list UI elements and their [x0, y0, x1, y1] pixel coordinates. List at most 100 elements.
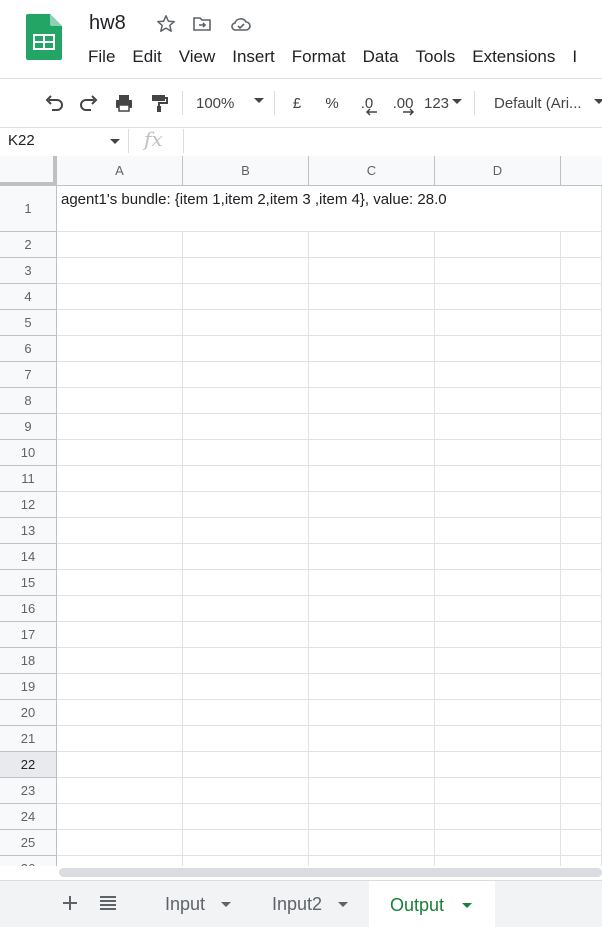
grid-cell[interactable]: [309, 830, 435, 856]
grid-cell[interactable]: [183, 830, 309, 856]
grid-cell[interactable]: [561, 186, 602, 232]
column-header-a[interactable]: A: [57, 156, 183, 186]
row-header[interactable]: 7: [0, 362, 57, 388]
grid-cell[interactable]: [57, 804, 183, 830]
row-header[interactable]: 5: [0, 310, 57, 336]
grid-cell[interactable]: [183, 362, 309, 388]
grid-cell[interactable]: [183, 856, 309, 866]
row-header[interactable]: 1: [0, 186, 57, 232]
menu-format[interactable]: Format: [292, 47, 346, 67]
grid-cell[interactable]: [309, 570, 435, 596]
grid-cell[interactable]: [309, 622, 435, 648]
grid-cell[interactable]: [309, 492, 435, 518]
menu-edit[interactable]: Edit: [132, 47, 161, 67]
chevron-down-icon[interactable]: [110, 139, 120, 144]
column-header-d[interactable]: D: [435, 156, 561, 186]
grid-cell[interactable]: [435, 186, 561, 232]
chevron-down-icon[interactable]: [462, 903, 472, 908]
star-icon[interactable]: [156, 14, 176, 34]
grid-cell[interactable]: [183, 258, 309, 284]
grid-cell[interactable]: [57, 674, 183, 700]
grid-cell[interactable]: [561, 258, 602, 284]
grid-cell[interactable]: [561, 544, 602, 570]
menu-help[interactable]: I: [572, 47, 577, 67]
row-header[interactable]: 23: [0, 778, 57, 804]
grid-cell[interactable]: [435, 674, 561, 700]
grid-cell[interactable]: [309, 596, 435, 622]
increase-decimal-button[interactable]: .00: [390, 91, 416, 116]
grid-cell[interactable]: [561, 284, 602, 310]
grid-cell[interactable]: [57, 700, 183, 726]
row-header[interactable]: 20: [0, 700, 57, 726]
row-header[interactable]: 9: [0, 414, 57, 440]
grid-cell[interactable]: [309, 726, 435, 752]
document-title[interactable]: hw8: [89, 12, 126, 35]
grid-cell[interactable]: [183, 388, 309, 414]
grid-cell[interactable]: [435, 492, 561, 518]
menu-view[interactable]: View: [179, 47, 216, 67]
grid-cell[interactable]: [309, 258, 435, 284]
all-sheets-icon[interactable]: [98, 891, 118, 915]
grid-cell[interactable]: [435, 570, 561, 596]
grid-cell[interactable]: [561, 440, 602, 466]
grid-cell[interactable]: [57, 648, 183, 674]
horizontal-scrollbar[interactable]: [59, 866, 602, 879]
row-header[interactable]: 13: [0, 518, 57, 544]
grid-cell[interactable]: [309, 804, 435, 830]
grid-cell[interactable]: [561, 570, 602, 596]
redo-icon[interactable]: [77, 91, 101, 115]
grid-cell[interactable]: [57, 414, 183, 440]
currency-format-button[interactable]: £: [287, 91, 307, 115]
grid-cell[interactable]: [183, 232, 309, 258]
grid-cell[interactable]: [561, 752, 602, 778]
grid-cell[interactable]: [561, 492, 602, 518]
row-header[interactable]: 8: [0, 388, 57, 414]
menu-data[interactable]: Data: [363, 47, 399, 67]
grid-cell[interactable]: [435, 466, 561, 492]
grid-cell[interactable]: [309, 336, 435, 362]
grid-cell[interactable]: [309, 752, 435, 778]
grid-cell[interactable]: [309, 232, 435, 258]
row-header[interactable]: 18: [0, 648, 57, 674]
sheet-tab-output[interactable]: Output: [369, 881, 495, 927]
grid-cell[interactable]: [435, 856, 561, 866]
grid-cell[interactable]: [183, 804, 309, 830]
decrease-decimal-button[interactable]: .0: [354, 91, 380, 116]
row-header[interactable]: 17: [0, 622, 57, 648]
grid-cell[interactable]: [561, 310, 602, 336]
grid-cell[interactable]: [561, 388, 602, 414]
grid-cell[interactable]: [561, 830, 602, 856]
row-header[interactable]: 12: [0, 492, 57, 518]
row-header[interactable]: 4: [0, 284, 57, 310]
paint-format-icon[interactable]: [147, 91, 171, 115]
grid-cell[interactable]: [183, 778, 309, 804]
grid-cell[interactable]: [183, 622, 309, 648]
grid-cell[interactable]: [309, 544, 435, 570]
row-header[interactable]: 21: [0, 726, 57, 752]
grid-cell[interactable]: [57, 362, 183, 388]
grid-cell[interactable]: [57, 778, 183, 804]
row-header[interactable]: 22: [0, 752, 57, 778]
grid-cell[interactable]: [57, 492, 183, 518]
grid-cell[interactable]: [57, 570, 183, 596]
grid-cell[interactable]: [561, 336, 602, 362]
grid-cell[interactable]: [183, 310, 309, 336]
grid-cell[interactable]: [309, 518, 435, 544]
chevron-down-icon[interactable]: [221, 902, 231, 907]
grid-cell[interactable]: [309, 466, 435, 492]
grid-cell[interactable]: [435, 804, 561, 830]
row-header[interactable]: 10: [0, 440, 57, 466]
column-header-c[interactable]: C: [309, 156, 435, 186]
grid-cell[interactable]: [435, 336, 561, 362]
grid-cell[interactable]: [183, 518, 309, 544]
grid-cell[interactable]: [435, 284, 561, 310]
grid-cell[interactable]: [435, 544, 561, 570]
grid-cell[interactable]: [435, 232, 561, 258]
grid-cell[interactable]: [57, 518, 183, 544]
grid-cell[interactable]: [561, 726, 602, 752]
grid-cell[interactable]: [435, 830, 561, 856]
grid-cell[interactable]: [309, 362, 435, 388]
grid-cell[interactable]: [183, 284, 309, 310]
grid-cell[interactable]: [57, 726, 183, 752]
zoom-select[interactable]: 100%: [196, 91, 268, 115]
